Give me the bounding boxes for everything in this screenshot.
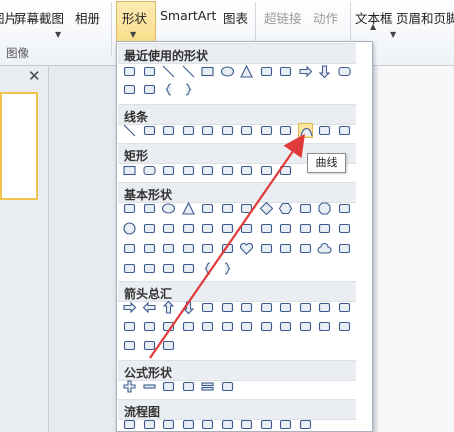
annotation-arrow <box>149 133 306 359</box>
